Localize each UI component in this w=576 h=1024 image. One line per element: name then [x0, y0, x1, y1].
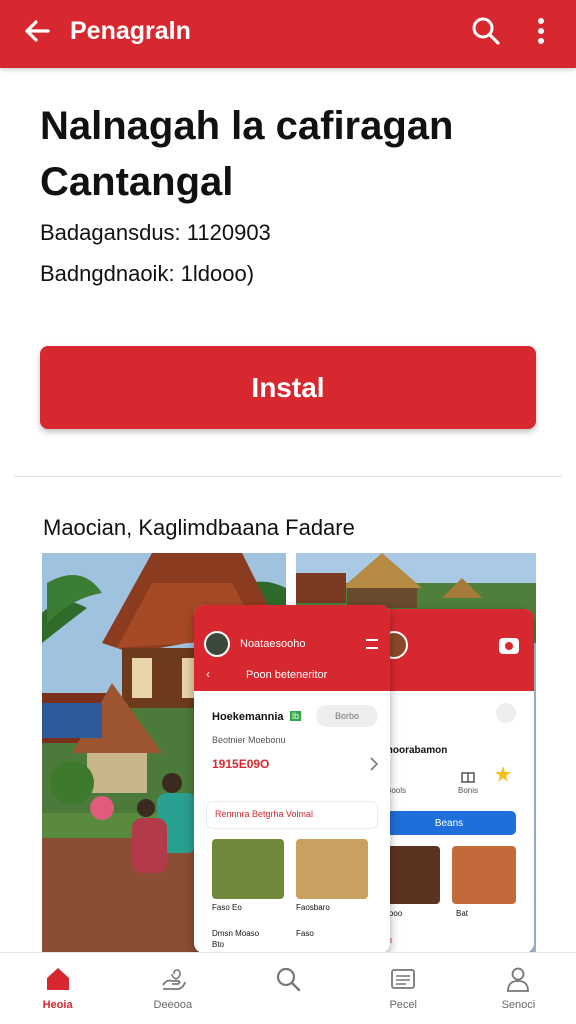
- card-badge: lb: [290, 711, 302, 721]
- app-bar-title: Penagraln: [70, 17, 191, 45]
- search-icon[interactable]: [470, 15, 502, 47]
- collapse-icon: [496, 703, 516, 723]
- food-image: [296, 839, 368, 899]
- footer-title-1: Dmsn Moaso: [212, 929, 260, 938]
- promo-row[interactable]: Rennnra Betgrha Volmal: [206, 801, 378, 829]
- food-image: [382, 846, 440, 904]
- hand-heart-icon: [162, 969, 186, 990]
- nav-label: Senoci: [501, 999, 536, 1011]
- list-icon: [391, 969, 416, 989]
- search-icon: [276, 967, 301, 992]
- nav-home[interactable]: Heoia: [0, 953, 115, 1024]
- person-icon: [507, 967, 530, 992]
- arrow-left-icon[interactable]: [22, 16, 52, 46]
- footer-title-2: Faso: [296, 929, 314, 938]
- app-meta-line-1: Badagansdus: 1120903: [40, 220, 271, 245]
- footer-subtitle-1: Bto: [212, 940, 225, 949]
- nav-label: Heoia: [42, 999, 73, 1011]
- food-label: Bat: [456, 909, 469, 918]
- bottom-navigation: Heoia Deeooa Pecel Senoci: [0, 952, 576, 1024]
- screenshots-section-title: Maocian, Kaglimdbaana Fadare: [43, 515, 355, 540]
- phone-back-icon: ‹: [206, 667, 210, 681]
- nav-label: Pecel: [389, 999, 417, 1011]
- blue-action-button[interactable]: Beans: [382, 811, 516, 835]
- phone-subheader: Poon beteneritor: [246, 669, 328, 681]
- app-bar: Penagraln: [0, 0, 576, 68]
- card-value: 1915E09O: [212, 757, 270, 771]
- screenshot-gallery[interactable]: lhoorabamon Bools Bonis Beans Fooo Bat s…: [42, 553, 536, 953]
- phone-screenshot-1: Noataesooho ‹ Poon beteneritor Hoekemann…: [194, 605, 390, 953]
- more-vertical-icon[interactable]: [528, 15, 554, 47]
- app-title: Nalnagah la cafiragan Cantangal: [40, 104, 454, 204]
- phone-screenshot-2: lhoorabamon Bools Bonis Beans Fooo Bat s…: [372, 609, 534, 953]
- nav-donate[interactable]: Deeooa: [115, 953, 230, 1024]
- phone-header-name: Noataesooho: [240, 638, 306, 650]
- icon-label-2: Bonis: [458, 786, 479, 795]
- menu-icon: [366, 639, 378, 649]
- food-image: [212, 839, 284, 899]
- divider: [14, 476, 562, 477]
- camera-icon: [499, 638, 519, 654]
- chevron-right-icon: [370, 757, 378, 771]
- promo-text: Rennnra Betgrha Volmal: [215, 809, 314, 819]
- card-title: Hoekemannia: [212, 711, 284, 723]
- install-button[interactable]: Instal: [40, 346, 536, 429]
- avatar: [204, 631, 230, 657]
- food-label: Faosbaro: [296, 903, 330, 912]
- star-icon: [495, 766, 511, 782]
- food-label: Faso Eo: [212, 903, 242, 912]
- nav-label: Deeooa: [153, 999, 193, 1011]
- nav-profile[interactable]: Senoci: [461, 953, 576, 1024]
- nav-search[interactable]: [230, 953, 345, 1024]
- food-image: [452, 846, 516, 904]
- section-label: lhoorabamon: [384, 745, 448, 756]
- app-meta-line-2: Badngdnaoik: 1ldooo): [40, 261, 255, 286]
- home-icon: [46, 968, 69, 990]
- search-chip[interactable]: Borbo: [316, 705, 378, 727]
- gift-icon: [461, 772, 475, 783]
- card-subtitle: Beotnier Moebonu: [212, 735, 286, 745]
- nav-list[interactable]: Pecel: [346, 953, 461, 1024]
